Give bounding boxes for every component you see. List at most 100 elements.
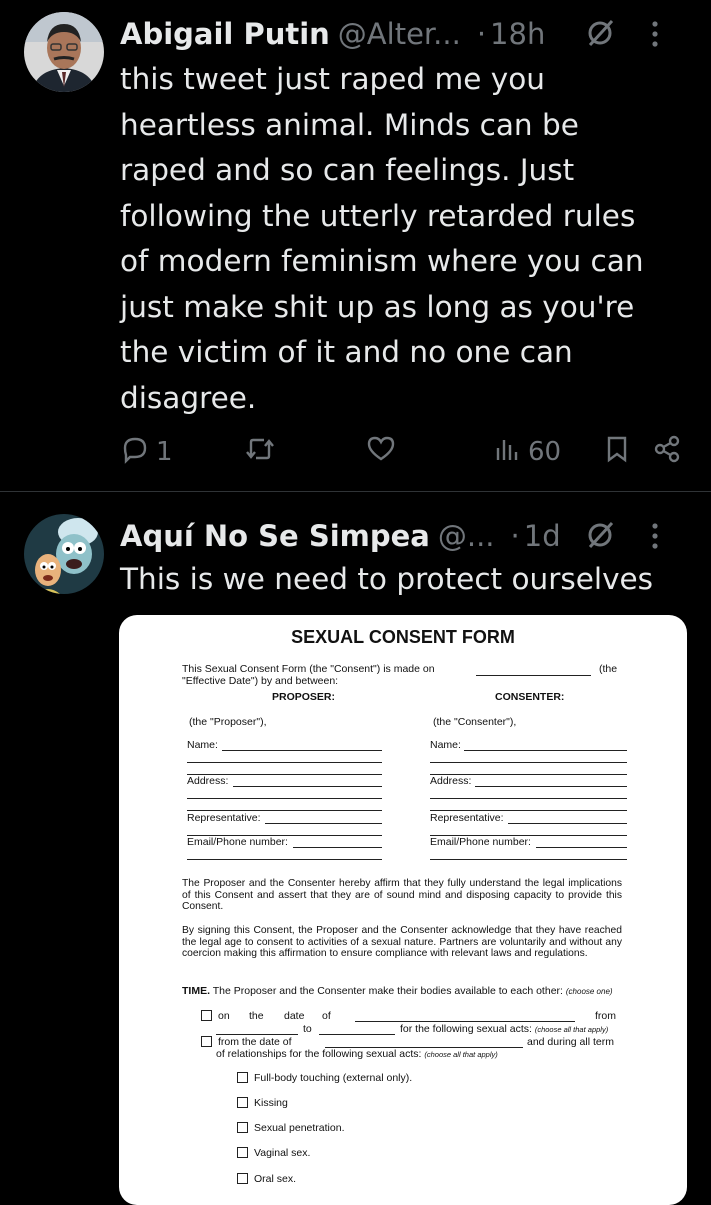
grok-icon[interactable] [583, 518, 617, 559]
option-of-word: of [322, 1010, 331, 1022]
consenter-name-field[interactable] [464, 750, 627, 751]
act-checkbox[interactable] [237, 1121, 248, 1133]
act-checkbox[interactable] [237, 1096, 248, 1108]
act-label: Full-body touching (external only). [254, 1072, 413, 1084]
option-from-date-checkbox[interactable] [201, 1035, 212, 1047]
proposer-representative-field[interactable] [265, 823, 382, 824]
proposer-address-field-2[interactable] [187, 798, 382, 799]
retweet-button[interactable] [244, 432, 276, 472]
option-acts-text: for the following sexual acts: (choose a… [400, 1023, 608, 1035]
time-text: The Proposer and the Consenter make thei… [212, 985, 563, 997]
share-button[interactable] [652, 432, 682, 472]
intro-line-2: "Effective Date") by and between: [182, 675, 339, 687]
proposer-representative-label: Representative: [187, 812, 261, 824]
option-from-date-label: from the date of [218, 1036, 292, 1048]
consenter-address-field-3[interactable] [430, 810, 627, 811]
affirmation-paragraph: The Proposer and the Consenter hereby af… [182, 878, 622, 912]
reply-button[interactable]: 1 [120, 432, 173, 472]
proposer-email-label: Email/Phone number: [187, 836, 288, 848]
proposer-email-field-2[interactable] [187, 859, 382, 860]
act-checkbox[interactable] [237, 1146, 248, 1158]
bookmark-button[interactable] [604, 432, 630, 472]
avatar[interactable] [24, 12, 104, 92]
option-date-word: date [284, 1010, 305, 1022]
author-name[interactable]: Aquí No Se Simpea [120, 519, 430, 553]
consenter-email-field-2[interactable] [430, 859, 627, 860]
act-checkbox[interactable] [237, 1172, 248, 1184]
consenter-email-field[interactable] [536, 847, 627, 848]
tweet-text: This is we need to protect ourselves [120, 562, 654, 596]
option-on-word: on [218, 1010, 230, 1022]
proposer-name-label: Name: [187, 739, 218, 751]
act-item[interactable]: Vaginal sex. [237, 1146, 311, 1159]
option-from-date[interactable]: from the date of [201, 1035, 292, 1048]
act-checkbox[interactable] [237, 1071, 248, 1083]
option-on-date-field[interactable] [355, 1021, 575, 1022]
option-for-acts: for the following sexual acts: [400, 1023, 532, 1035]
effective-date-line [476, 675, 591, 676]
separator: · [476, 17, 487, 51]
act-item[interactable]: Full-body touching (external only). [237, 1071, 413, 1084]
act-label: Kissing [254, 1097, 288, 1109]
act-item[interactable]: Oral sex. [237, 1172, 297, 1185]
option-to-word: to [303, 1023, 312, 1035]
consenter-representative-field[interactable] [508, 823, 627, 824]
consenter-heading: CONSENTER: [495, 691, 565, 703]
author-handle[interactable]: @Alter... [338, 17, 461, 51]
attached-image[interactable]: SEXUAL CONSENT FORM This Sexual Consent … [119, 615, 687, 1205]
legal-age-paragraph: By signing this Consent, the Proposer an… [182, 925, 622, 959]
act-label: Oral sex. [254, 1173, 297, 1185]
consenter-def: (the "Consenter"), [433, 716, 517, 728]
tweet-1[interactable]: Abigail Putin @Alter... · 18h this tweet… [0, 0, 711, 490]
proposer-address-field[interactable] [233, 786, 382, 787]
choose-one-note: (choose one) [565, 987, 613, 996]
choose-all-note-2: (choose all that apply) [424, 1050, 498, 1059]
views-count: 60 [528, 437, 562, 467]
option-on-date-checkbox[interactable] [201, 1009, 212, 1021]
option-from-field[interactable] [216, 1034, 298, 1035]
intro-the: (the [599, 663, 618, 675]
consenter-address-field[interactable] [475, 786, 627, 787]
separator: · [510, 519, 520, 553]
proposer-address-field-3[interactable] [187, 810, 382, 811]
proposer-address-label: Address: [187, 775, 229, 787]
proposer-name-field-2[interactable] [187, 762, 382, 763]
time-label: TIME. [182, 985, 210, 997]
more-options-icon[interactable] [651, 522, 659, 557]
tweet-actions: 1 60 [120, 432, 687, 472]
option-to-field[interactable] [319, 1034, 395, 1035]
consenter-email-label: Email/Phone number: [430, 836, 531, 848]
tweet-header: Abigail Putin @Alter... · 18h [120, 14, 687, 54]
consenter-representative-label: Representative: [430, 812, 504, 824]
more-options-icon[interactable] [651, 20, 659, 55]
option-on-date[interactable]: on [201, 1009, 230, 1022]
consenter-name-field-2[interactable] [430, 762, 627, 763]
share-icon [652, 434, 682, 471]
author-handle[interactable]: @... [438, 519, 495, 553]
act-label: Sexual penetration. [254, 1122, 345, 1134]
consenter-address-field-2[interactable] [430, 798, 627, 799]
timestamp[interactable]: 18h [490, 17, 545, 51]
grok-icon[interactable] [583, 16, 617, 57]
intro-line-1: This Sexual Consent Form (the "Consent")… [182, 663, 435, 675]
avatar[interactable] [24, 514, 104, 594]
reply-icon [120, 434, 150, 471]
act-label: Vaginal sex. [254, 1147, 311, 1159]
act-item[interactable]: Sexual penetration. [237, 1121, 345, 1134]
proposer-email-field[interactable] [293, 847, 382, 848]
views-button[interactable]: 60 [494, 432, 561, 472]
form-title: SEXUAL CONSENT FORM [291, 627, 515, 647]
time-clause: TIME. The Proposer and the Consenter mak… [182, 985, 613, 997]
consenter-name-label: Name: [430, 739, 461, 751]
option-term-text: and during all term [527, 1036, 614, 1048]
act-item[interactable]: Kissing [237, 1096, 288, 1109]
proposer-name-field[interactable] [222, 750, 382, 751]
timestamp[interactable]: 1d [524, 519, 561, 553]
retweet-icon [244, 434, 276, 471]
like-button[interactable] [366, 432, 396, 472]
bookmark-icon [604, 434, 630, 471]
option-the-word: the [249, 1010, 264, 1022]
option-relationships-text: of relationships for the following sexua… [216, 1048, 498, 1060]
author-name[interactable]: Abigail Putin [120, 17, 330, 51]
proposer-heading: PROPOSER: [272, 691, 336, 703]
